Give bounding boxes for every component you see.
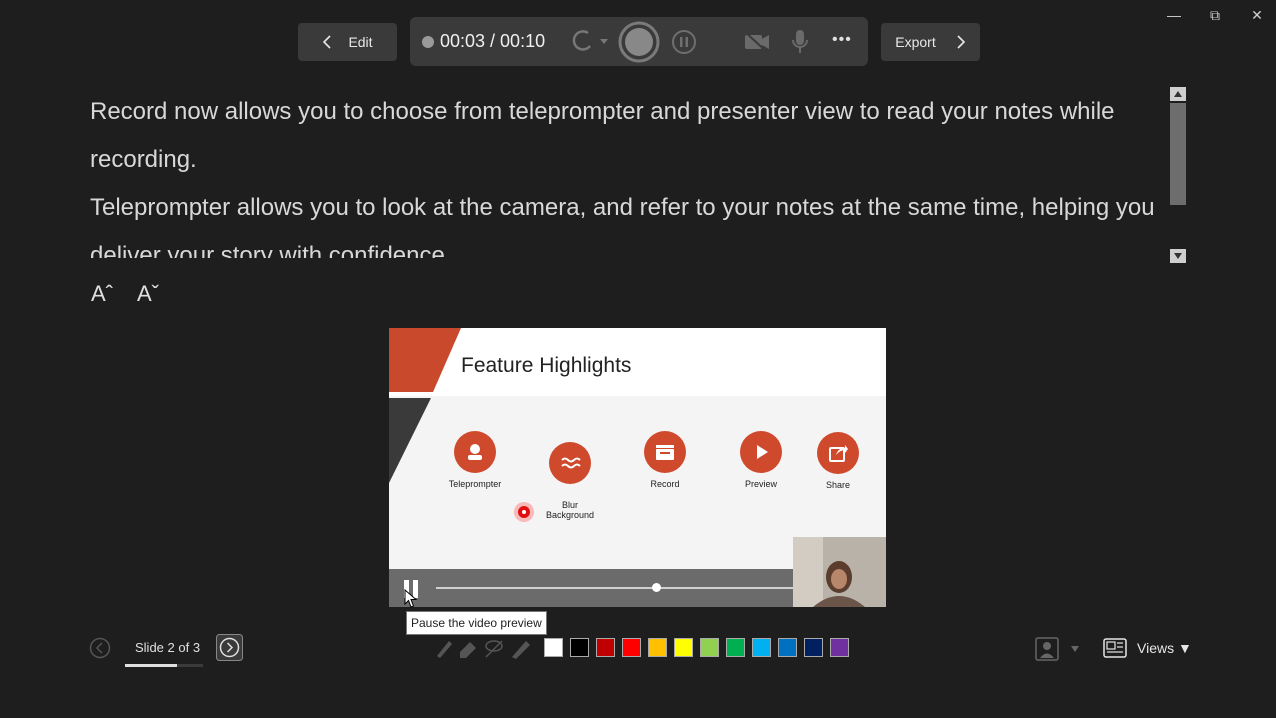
video-progress-track[interactable] <box>436 587 816 589</box>
feature-record: Record <box>620 431 710 489</box>
camera-mode-button[interactable] <box>1035 637 1083 661</box>
export-button[interactable]: Export <box>881 23 980 61</box>
feature-label: Teleprompter <box>448 479 502 489</box>
color-swatch-white[interactable] <box>544 638 563 657</box>
eraser-icon <box>460 642 476 658</box>
color-swatch-dark-blue[interactable] <box>804 638 823 657</box>
mouse-cursor-icon <box>404 589 418 608</box>
close-button[interactable]: ✕ <box>1239 4 1275 26</box>
triangle-up-icon <box>1174 91 1182 97</box>
next-slide-button[interactable] <box>216 634 243 661</box>
notes-paragraph: Record now allows you to choose from tel… <box>90 98 1115 173</box>
notes-paragraph: Teleprompter allows you to look at the c… <box>90 194 1155 258</box>
lasso-icon <box>485 640 503 658</box>
feature-blur-background: Blur Background <box>525 432 615 530</box>
color-swatch-dark-red[interactable] <box>596 638 615 657</box>
scroll-up-button[interactable] <box>1170 87 1186 101</box>
teleprompter-notes[interactable]: Record now allows you to choose from tel… <box>90 88 1158 258</box>
slide-progress-track <box>125 664 203 667</box>
color-swatch-orange[interactable] <box>648 638 667 657</box>
tooltip: Pause the video preview <box>406 611 547 635</box>
chevron-left-icon <box>323 35 332 49</box>
increase-font-button[interactable]: Aˆ <box>91 281 113 307</box>
share-icon <box>817 432 859 474</box>
teleprompter-icon <box>454 431 496 473</box>
feature-share: Share <box>793 432 883 490</box>
scroll-thumb[interactable] <box>1170 103 1186 205</box>
retake-icon[interactable] <box>568 28 612 56</box>
edit-label: Edit <box>348 34 373 50</box>
ink-tools[interactable] <box>434 637 534 659</box>
slide-progress-fill <box>125 664 177 667</box>
color-swatch-blue[interactable] <box>778 638 797 657</box>
recording-status-dot <box>422 35 434 48</box>
recording-timer: 00:03 / 00:10 <box>422 31 545 52</box>
views-button[interactable]: Views ▼ <box>1103 638 1192 658</box>
color-swatch-light-blue[interactable] <box>752 638 771 657</box>
pause-recording-button[interactable] <box>671 29 697 55</box>
views-label: Views ▼ <box>1137 640 1192 656</box>
feature-teleprompter: Teleprompter <box>430 431 520 489</box>
pen-icon <box>437 641 452 658</box>
layout-icon <box>1103 638 1127 658</box>
restore-icon: ⧉ <box>1210 6 1220 23</box>
slide-counter: Slide 2 of 3 <box>135 640 201 655</box>
previous-slide-button[interactable] <box>89 637 111 659</box>
color-swatch-black[interactable] <box>570 638 589 657</box>
highlighter-icon <box>512 641 530 659</box>
scroll-down-button[interactable] <box>1170 249 1186 263</box>
feature-label: Record <box>650 479 680 489</box>
triangle-down-icon <box>1174 253 1182 259</box>
restore-button[interactable]: ⧉ <box>1197 4 1233 26</box>
record-clapper-icon <box>644 431 686 473</box>
microphone-icon[interactable] <box>790 28 810 56</box>
export-label: Export <box>895 34 936 50</box>
chevron-right-icon <box>957 35 965 49</box>
play-icon <box>740 431 782 473</box>
color-swatch-purple[interactable] <box>830 638 849 657</box>
blur-icon <box>549 442 591 484</box>
feature-label: Share <box>825 480 851 490</box>
color-swatch-light-green[interactable] <box>700 638 719 657</box>
laser-pointer-icon <box>514 502 534 522</box>
color-swatch-green[interactable] <box>726 638 745 657</box>
minimize-button[interactable]: — <box>1156 4 1192 26</box>
close-icon: ✕ <box>1251 6 1263 23</box>
record-button[interactable] <box>618 21 660 63</box>
more-options-button[interactable]: ••• <box>832 31 852 49</box>
color-swatch-yellow[interactable] <box>674 638 693 657</box>
webcam-thumbnail <box>793 537 886 607</box>
decrease-font-button[interactable]: Aˇ <box>137 281 159 307</box>
camera-off-icon[interactable] <box>742 29 772 55</box>
color-swatch-red[interactable] <box>622 638 641 657</box>
slide-title: Feature Highlights <box>461 354 632 377</box>
minimize-icon: — <box>1167 7 1181 23</box>
feature-label: Blur Background <box>545 500 595 520</box>
edit-button[interactable]: Edit <box>298 23 397 61</box>
timer-text: 00:03 / 00:10 <box>440 31 546 51</box>
slide-preview[interactable]: Feature Highlights Teleprompter Blur Bac… <box>389 328 886 607</box>
